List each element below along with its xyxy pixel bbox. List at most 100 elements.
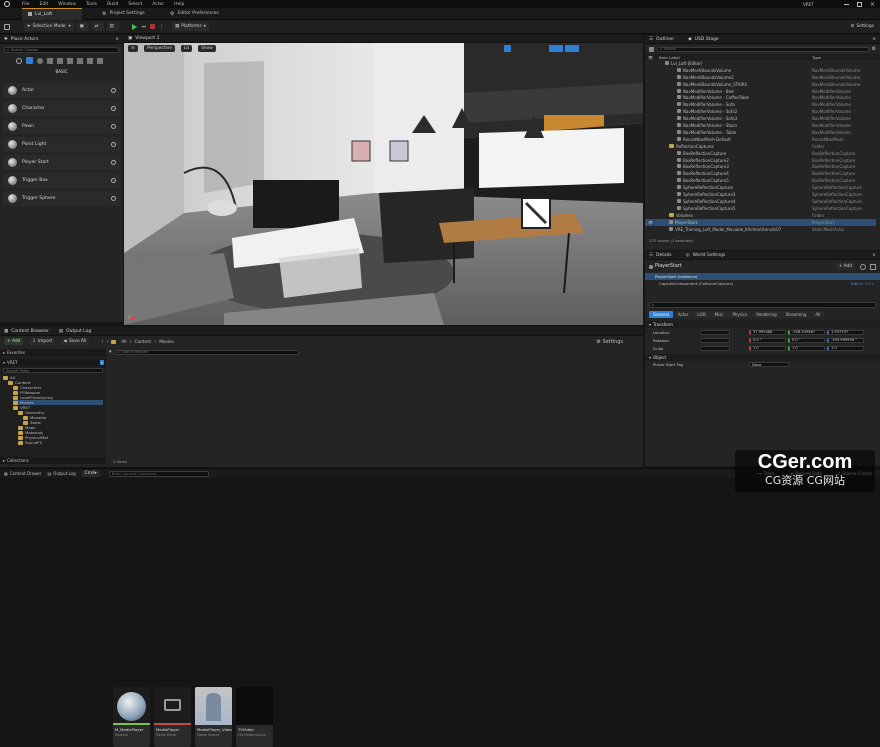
asset-tvvideo[interactable]: TVVideo File Media Source [236,687,273,747]
back-icon[interactable]: ‹ [101,339,103,345]
all-classes-category-icon[interactable] [97,57,103,64]
help-icon[interactable] [111,160,116,165]
basic-category-icon[interactable] [26,57,33,64]
recent-icon[interactable] [16,57,22,64]
viewport-scene[interactable] [124,43,643,325]
outliner-row[interactable]: 👁 PlayerStart PlayerStart [645,218,876,226]
filter-tab-misc[interactable]: Misc [710,311,728,318]
object-section[interactable]: ▾ Object [645,354,880,361]
tab-outliner[interactable]: Outliner [656,37,674,42]
rotate-icon[interactable] [522,45,529,52]
more-options-icon[interactable]: ⋮ [159,24,164,30]
visibility-eye-icon[interactable]: 👁 [648,220,653,225]
maximize-viewport-icon[interactable] [611,45,618,52]
outliner-row[interactable]: NavMeshBoundsVolume_STAIRS NavMeshBoundsV… [645,81,876,88]
filter-tab-general[interactable]: General [649,311,673,318]
transform-section[interactable]: ▾ Transform [645,321,880,328]
stop-icon[interactable] [150,24,156,29]
cmd-dropdown[interactable]: Cmd ▾ [81,470,100,477]
close-icon[interactable]: × [872,37,876,42]
menu-item-tools[interactable]: Tools [86,2,97,7]
outliner-row[interactable]: RecastNavMesh-Default RecastNavMesh [645,136,876,143]
outliner-row[interactable]: NavModifierVolume - Sofa3 NavModifierVolu… [645,115,876,122]
menu-item-actor[interactable]: Actor [152,2,164,7]
help-icon[interactable] [111,196,116,201]
tab-content-browser[interactable]: Content Browser [11,329,49,334]
camera-speed-icon[interactable] [597,45,609,52]
actor-item-pawn[interactable]: Pawn [3,119,120,134]
column-type[interactable]: Type [812,55,821,60]
outliner-row[interactable]: NavModifierVolume - Stairs NavModifierVol… [645,122,876,129]
outliner-row[interactable]: SphereReflectionCapture SphereReflectionC… [645,184,876,191]
asset-m-mediaplayer[interactable]: M_MediaPlayer Material [113,687,150,747]
actor-item-point-light[interactable]: Point Light [3,137,120,152]
edit-in-cpp-link[interactable]: Edit in C++ [851,281,874,286]
outliner-row[interactable]: SphereReflectionCapture5 SphereReflection… [645,205,876,212]
outliner-row[interactable]: NavModifierVolume - Sofa2 NavModifierVolu… [645,108,876,115]
asset-mediaplayer[interactable]: MediaPlayer Media Player [154,687,191,747]
help-icon[interactable] [111,88,116,93]
rotation-y-field[interactable]: 0.0 ° [788,337,825,343]
menu-item-help[interactable]: Help [174,2,184,7]
perspective-button[interactable]: Perspective [144,45,175,52]
outliner-row[interactable]: SphereReflectionCapture4 SphereReflection… [645,198,876,205]
asset-mediaplayer-video[interactable]: MediaPlayer_Video Media Texture [195,687,232,747]
place-actors-tab[interactable]: Place Actors [11,37,39,42]
outliner-row[interactable]: NavModifierVolume - Table NavModifierVolu… [645,129,876,136]
scale-icon[interactable] [531,45,538,52]
actor-item-trigger-box[interactable]: Trigger Box [3,173,120,188]
settings-icon[interactable]: ⚙ Settings [596,339,623,345]
location-mode-dropdown[interactable] [700,329,730,335]
filter-tab-streaming[interactable]: Streaming [781,311,811,318]
platforms-button[interactable]: ▦ Platforms ▾ [172,22,209,31]
grid-snap-icon[interactable] [549,45,563,52]
content-drawer-button[interactable]: ▦ Content Drawer [4,471,42,476]
details-actor-name[interactable]: PlayerStart [655,264,682,269]
player-start-tag-field[interactable]: None [749,362,789,367]
location-z-field[interactable]: 1.937297 [827,329,864,335]
scale-snap-icon[interactable] [581,45,595,52]
rotation-mode-dropdown[interactable] [700,337,730,343]
help-icon[interactable] [111,124,116,129]
output-log-button[interactable]: ▤ Output Log [48,471,76,476]
console-input[interactable]: Enter Console Command [108,470,209,477]
outliner-row[interactable]: BoxReflectionCapture3 BoxReflectionCaptur… [645,163,876,170]
unreal-logo-icon[interactable] [4,1,10,7]
filter-tab-physics[interactable]: Physics [728,311,752,318]
add-component-button[interactable]: + Add [835,263,855,270]
close-button[interactable]: × [870,1,875,8]
show-button[interactable]: Show [198,45,216,52]
menu-item-select[interactable]: Select [128,2,142,7]
collections-section[interactable]: ▸ Collections [0,457,106,464]
tab-level[interactable]: Lvl_Loft [22,7,82,20]
translate-icon[interactable] [513,45,520,52]
play-button[interactable] [131,23,137,30]
outliner-row[interactable]: BoxReflectionCapture5 BoxReflectionCaptur… [645,177,876,184]
actor-item-character[interactable]: Character [3,101,120,116]
location-x-field[interactable]: 37.999488 [749,329,786,335]
search-classes-input[interactable]: ⌕ Search Classes [4,47,119,53]
outliner-row[interactable]: NavModifierVolume - Bed NavModifierVolume [645,88,876,95]
settings-button[interactable]: ⚙ Settings [848,22,877,31]
folder-item-soundfx[interactable]: SoundFX [18,440,42,445]
settings-icon[interactable]: ⚙ [872,46,876,52]
outliner-row[interactable]: BoxReflectionCapture4 BoxReflectionCaptur… [645,170,876,177]
close-icon[interactable]: × [115,37,119,42]
actor-item-actor[interactable]: Actor [3,83,120,98]
content-button[interactable]: ▣ [76,22,89,31]
add-button[interactable]: + Add [4,338,24,345]
outliner-row[interactable]: NavModifierVolume - Sofa NavModifierVolum… [645,101,876,108]
search-paths-input[interactable]: Search Paths [3,368,103,373]
layout-icon[interactable] [870,263,876,270]
add-filter-icon[interactable] [649,46,654,52]
shapes-category-icon[interactable] [47,57,53,64]
column-item-label[interactable]: Item Label [659,55,680,60]
tab-output-log[interactable]: Output Log [66,329,91,334]
outliner-row[interactable]: SphereReflectionCapture3 SphereReflection… [645,191,876,198]
world-icon[interactable] [540,45,547,52]
forward-icon[interactable]: › [106,339,108,345]
blueprint-icon[interactable] [860,263,866,270]
menu-item-file[interactable]: File [22,2,30,7]
scale-x-field[interactable]: 1.0 [749,345,786,351]
viewport-menu-button[interactable]: ≡ [128,45,138,52]
